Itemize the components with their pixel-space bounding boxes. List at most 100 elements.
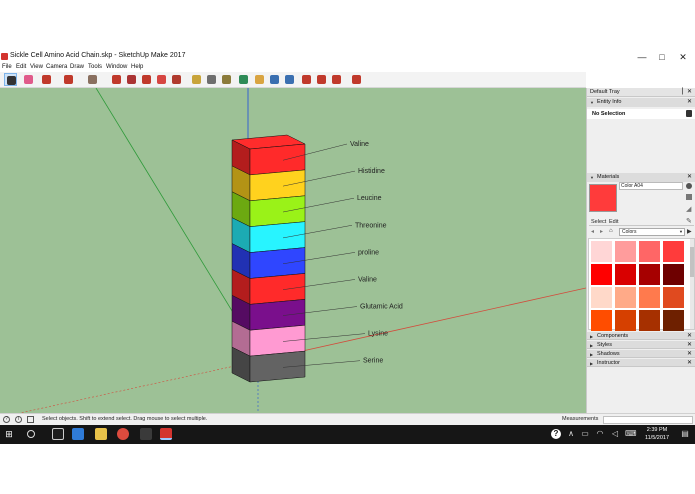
panel-close-icon[interactable]: ✕ [687, 332, 692, 339]
menu-tools[interactable]: Tools [88, 64, 102, 70]
file-explorer-icon[interactable] [95, 428, 107, 440]
help-icon[interactable]: ? [551, 429, 561, 439]
paint-bucket-tool-button[interactable] [86, 73, 99, 86]
material-swatch[interactable] [591, 241, 612, 262]
tab-edit[interactable]: Edit [609, 219, 618, 225]
rotate-tool-button[interactable] [155, 73, 168, 86]
back-arrow-icon[interactable]: ◂ [591, 228, 594, 235]
volume-icon[interactable]: ◁ [610, 429, 620, 439]
windows-start-icon[interactable]: ⊞ [4, 429, 14, 439]
material-swatch[interactable] [663, 264, 684, 285]
menu-draw[interactable]: Draw [70, 64, 84, 70]
edge-icon[interactable] [72, 428, 84, 440]
material-swatch[interactable] [615, 241, 636, 262]
material-swatch[interactable] [639, 241, 660, 262]
sample-paint-icon[interactable]: ◢ [686, 205, 691, 213]
material-swatch[interactable] [615, 310, 636, 331]
axes-tool-button[interactable] [220, 73, 233, 86]
material-swatch[interactable] [615, 287, 636, 308]
material-swatch[interactable] [639, 310, 660, 331]
select-arrow-tool-button[interactable] [4, 73, 17, 86]
extension-tool-button[interactable] [315, 73, 328, 86]
entity-info-close-icon[interactable]: ✕ [687, 98, 692, 105]
tray-pin-icon[interactable]: ▕ [678, 88, 683, 95]
scrollbar-thumb[interactable] [690, 247, 694, 277]
minimize-button[interactable]: — [636, 51, 648, 63]
pencil-tool-button[interactable] [40, 73, 53, 86]
task-view-icon[interactable] [52, 428, 64, 440]
maximize-button[interactable]: □ [656, 51, 668, 63]
material-swatch[interactable] [591, 264, 612, 285]
sketchup-icon[interactable] [160, 428, 172, 440]
chevron-up-icon[interactable]: ∧ [566, 429, 576, 439]
move-cross-tool-button[interactable] [140, 73, 153, 86]
panel-header-components[interactable]: ▶ Components ✕ [587, 332, 695, 340]
clock[interactable]: 2:39 PM 11/5/2017 [640, 426, 674, 442]
orbit-tool-button[interactable] [237, 73, 250, 86]
forward-arrow-icon[interactable]: ▸ [600, 228, 603, 235]
library-dropdown[interactable]: Colors ▼ [619, 228, 685, 236]
material-swatch[interactable] [663, 241, 684, 262]
block-front-face[interactable] [249, 350, 306, 383]
tab-select[interactable]: Select [591, 219, 606, 225]
menu-window[interactable]: Window [106, 64, 127, 70]
materials-close-icon[interactable]: ✕ [687, 173, 692, 180]
scale-tool-button[interactable] [170, 73, 183, 86]
display-secondary-icon[interactable] [686, 183, 692, 189]
menu-file[interactable]: File [2, 64, 12, 70]
block-front-face[interactable] [249, 143, 306, 176]
block-front-face[interactable] [249, 324, 306, 357]
block-front-face[interactable] [249, 299, 306, 331]
mail-icon[interactable] [140, 428, 152, 440]
material-swatch[interactable] [663, 287, 684, 308]
material-swatch[interactable] [639, 264, 660, 285]
push-pull-tool-button[interactable] [125, 73, 138, 86]
tape-measure-tool-button[interactable] [190, 73, 203, 86]
notifications-icon[interactable]: ▤ [680, 429, 690, 439]
block-front-face[interactable] [249, 247, 306, 279]
materials-header[interactable]: ▼ Materials ✕ [587, 173, 695, 182]
user-icon[interactable] [27, 416, 34, 423]
warehouse-tool-button[interactable] [300, 73, 313, 86]
create-material-icon[interactable] [686, 194, 692, 200]
geo-location-icon[interactable]: ? [3, 416, 10, 423]
material-swatch[interactable] [663, 310, 684, 331]
panel-header-styles[interactable]: ▶ Styles ✕ [587, 341, 695, 349]
layout-tool-button[interactable] [350, 73, 363, 86]
panel-close-icon[interactable]: ✕ [687, 350, 692, 357]
move-tool-button[interactable] [110, 73, 123, 86]
close-button[interactable]: ✕ [677, 51, 689, 63]
credits-icon[interactable]: i [15, 416, 22, 423]
material-name-field[interactable]: Color A04 [619, 182, 683, 190]
details-arrow-icon[interactable]: ▶ [687, 228, 692, 235]
lock-icon[interactable] [686, 110, 692, 117]
block-front-face[interactable] [249, 169, 306, 202]
panel-header-shadows[interactable]: ▶ Shadows ✕ [587, 350, 695, 358]
entity-info-header[interactable]: ▼ Entity Info ✕ [587, 98, 695, 107]
material-swatch[interactable] [639, 287, 660, 308]
chrome-icon[interactable] [117, 428, 129, 440]
wifi-icon[interactable]: ◠ [595, 429, 605, 439]
zoom-extents-tool-button[interactable] [283, 73, 296, 86]
amino-acid-tower[interactable] [231, 134, 306, 383]
block-front-face[interactable] [249, 195, 306, 227]
block-front-face[interactable] [249, 221, 306, 253]
keyboard-icon[interactable]: ⌨ [625, 429, 637, 439]
material-swatch[interactable] [615, 264, 636, 285]
home-icon[interactable]: ⌂ [609, 228, 613, 234]
eraser-tool-button[interactable] [22, 73, 35, 86]
block-front-face[interactable] [249, 273, 306, 305]
zoom-tool-button[interactable] [268, 73, 281, 86]
panel-close-icon[interactable]: ✕ [687, 341, 692, 348]
menu-camera[interactable]: Camera [46, 64, 67, 70]
panel-close-icon[interactable]: ✕ [687, 359, 692, 366]
panel-header-instructor[interactable]: ▶ Instructor ✕ [587, 359, 695, 367]
material-swatch[interactable] [591, 287, 612, 308]
lasso-tool-button[interactable] [62, 73, 75, 86]
search-icon[interactable] [27, 430, 35, 438]
current-material-swatch[interactable] [589, 184, 617, 212]
share-tool-button[interactable] [330, 73, 343, 86]
material-swatch[interactable] [591, 310, 612, 331]
menu-edit[interactable]: Edit [16, 64, 26, 70]
menu-view[interactable]: View [30, 64, 43, 70]
